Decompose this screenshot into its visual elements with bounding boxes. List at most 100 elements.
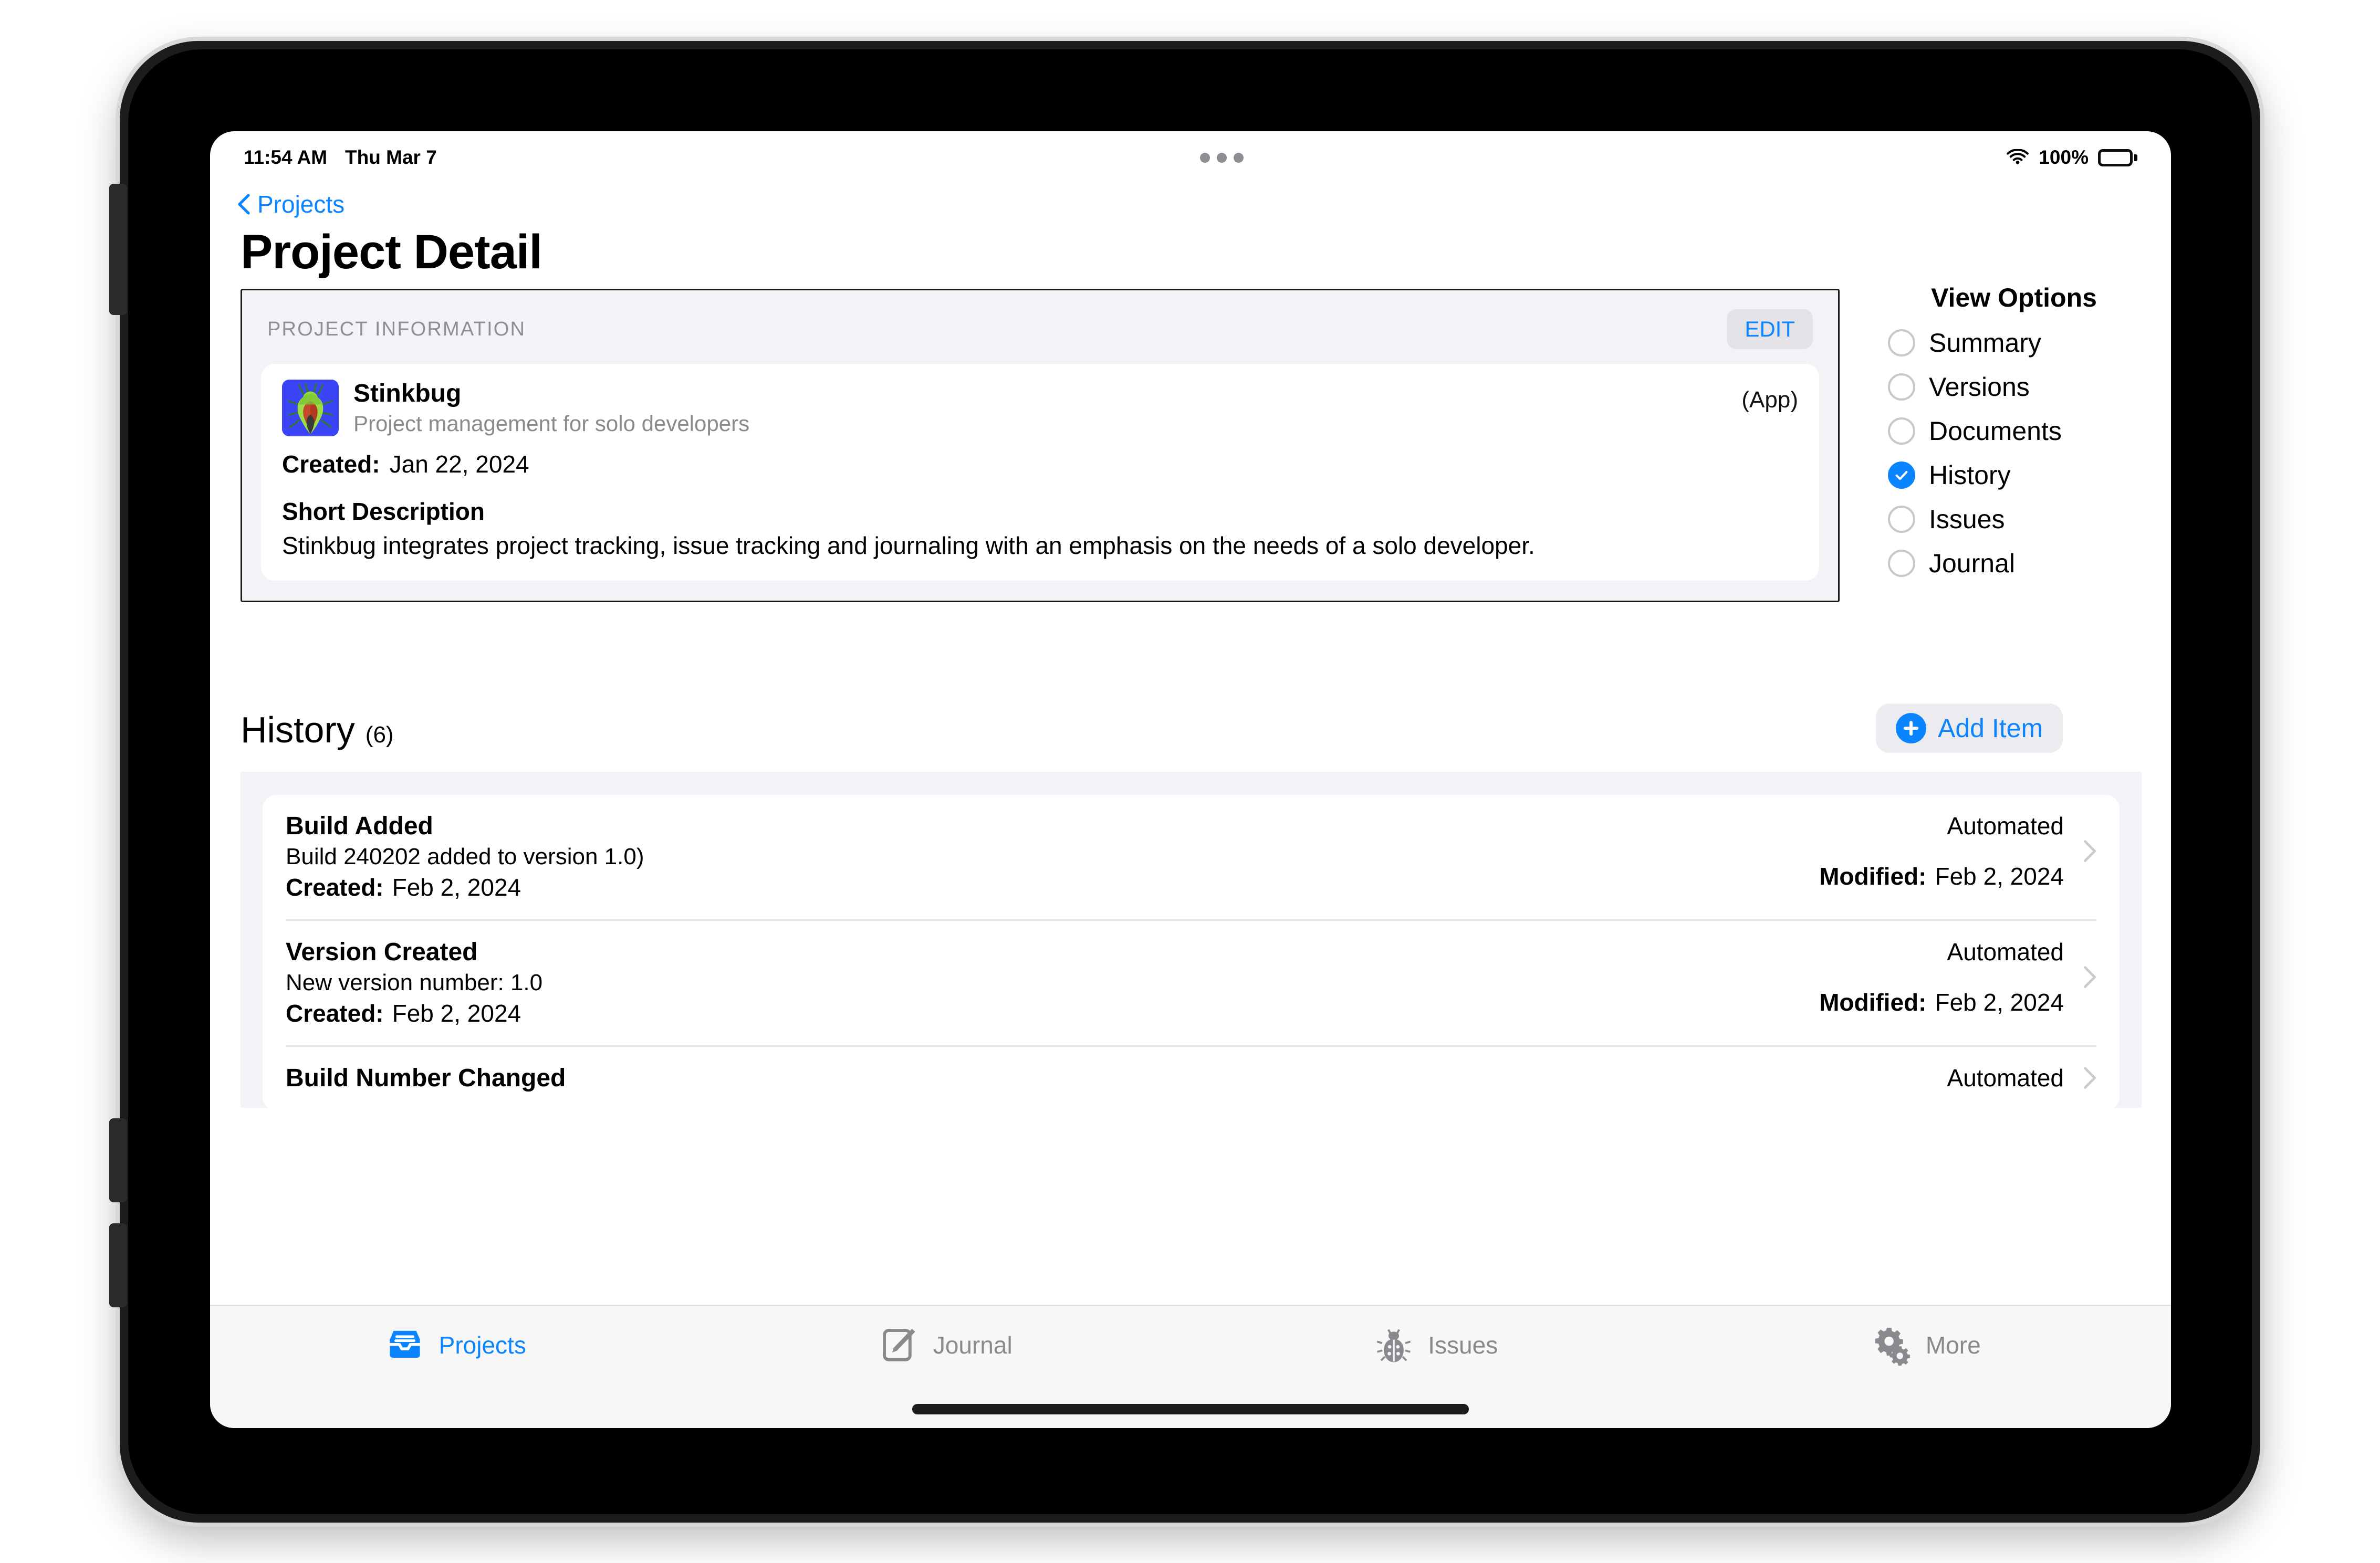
history-row-title: Build Number Changed (286, 1064, 566, 1092)
view-option-label: Documents (1929, 416, 2062, 446)
project-information-header: PROJECT INFORMATION EDIT (242, 290, 1838, 364)
power-button[interactable] (109, 184, 127, 315)
history-list[interactable]: Build Added Build 240202 added to versio… (241, 772, 2142, 1108)
pencil-square-icon (882, 1328, 915, 1361)
battery-percent-label: 100% (2039, 146, 2089, 168)
project-kind-label: (App) (1741, 387, 1798, 413)
tray-icon (390, 1330, 420, 1358)
history-row-left: Build Added Build 240202 added to versio… (286, 812, 1798, 901)
add-item-button[interactable]: Add Item (1876, 704, 2063, 753)
volume-down-button[interactable] (109, 1223, 127, 1307)
modified-label: Modified: (1819, 863, 1927, 890)
history-row-source: Automated (1947, 1064, 2064, 1092)
radio-icon (1888, 550, 1915, 577)
history-row-modified: Modified: Feb 2, 2024 (1819, 988, 2064, 1016)
created-value: Feb 2, 2024 (392, 874, 521, 901)
history-row-title: Build Added (286, 812, 433, 840)
battery-icon (2098, 149, 2137, 166)
radio-checked-icon (1888, 461, 1915, 489)
history-row-modified: Modified: Feb 2, 2024 (1819, 862, 2064, 890)
view-options-title: View Options (1931, 283, 2097, 312)
view-option-journal[interactable]: Journal (1888, 548, 2140, 579)
status-time: 11:54 AM (244, 146, 328, 168)
view-option-documents[interactable]: Documents (1888, 416, 2140, 446)
status-date: Thu Mar 7 (345, 146, 437, 168)
tab-journal[interactable]: Journal (701, 1325, 1191, 1366)
chevron-right-icon[interactable] (2083, 966, 2096, 989)
history-row-source: Automated (1947, 938, 2064, 966)
project-name-block: Stinkbug Project management for solo dev… (353, 380, 749, 436)
project-information-panel: PROJECT INFORMATION EDIT Stinkbug Projec… (241, 289, 1840, 603)
status-bar: 11:54 AM Thu Mar 7 100% (210, 131, 2171, 184)
table-row[interactable]: Version Created New version number: 1.0 … (286, 921, 2096, 1047)
tab-more[interactable]: More (1681, 1325, 2172, 1366)
view-option-label: Journal (1929, 549, 2015, 578)
history-row-source: Automated (1947, 812, 2064, 840)
project-name: Stinkbug (353, 380, 462, 407)
view-option-label: Issues (1929, 505, 2005, 534)
history-row-subtitle: Build 240202 added to version 1.0) (286, 844, 644, 869)
ladybug-icon (1377, 1329, 1411, 1362)
section-label: PROJECT INFORMATION (267, 318, 526, 340)
history-row-left: Version Created New version number: 1.0 … (286, 938, 1798, 1027)
history-section-header: History (6) (241, 709, 394, 751)
history-row-meta: Automated Modified: Feb 2, 2024 (1819, 812, 2064, 890)
history-row-right: Automated (1926, 1064, 2096, 1092)
radio-icon (1888, 329, 1915, 356)
project-information-card: Stinkbug Project management for solo dev… (261, 364, 1819, 581)
status-bar-right: 100% (2006, 146, 2137, 169)
modified-value: Feb 2, 2024 (1935, 989, 2064, 1016)
table-row[interactable]: Build Number Changed Automated (286, 1047, 2096, 1108)
edit-button[interactable]: EDIT (1727, 309, 1813, 349)
radio-icon (1888, 506, 1915, 533)
project-identity: Stinkbug Project management for solo dev… (282, 380, 749, 436)
created-label: Created: (282, 450, 380, 478)
view-option-history[interactable]: History (1888, 460, 2140, 490)
stinkbug-app-icon (282, 380, 339, 436)
history-row-meta: Automated (1947, 1064, 2064, 1092)
view-options-panel: View Options Summary Versions Documents (1888, 282, 2140, 592)
short-description-label: Short Description (282, 498, 485, 525)
short-description-text: Stinkbug integrates project tracking, is… (282, 532, 1535, 559)
history-row-right: Automated Modified: Feb 2, 2024 (1798, 812, 2096, 890)
back-to-projects-link[interactable]: Projects (237, 190, 345, 218)
project-tagline: Project management for solo developers (353, 411, 750, 436)
tab-projects[interactable]: Projects (210, 1325, 701, 1366)
history-row-meta: Automated Modified: Feb 2, 2024 (1819, 938, 2064, 1016)
project-identity-row: Stinkbug Project management for solo dev… (282, 380, 1798, 436)
chevron-right-icon[interactable] (2083, 1066, 2096, 1089)
page-title: Project Detail (241, 225, 542, 279)
status-bar-left: 11:54 AM Thu Mar 7 (244, 146, 437, 169)
modified-label: Modified: (1819, 989, 1927, 1016)
history-list-card: Build Added Build 240202 added to versio… (263, 795, 2120, 1108)
history-count: (6) (365, 722, 394, 748)
home-indicator[interactable] (912, 1404, 1469, 1414)
volume-up-button[interactable] (109, 1118, 127, 1202)
history-row-left: Build Number Changed (286, 1064, 1926, 1093)
dot (1216, 152, 1227, 163)
view-option-issues[interactable]: Issues (1888, 504, 2140, 534)
history-row-subtitle: New version number: 1.0 (286, 970, 543, 995)
chevron-right-icon[interactable] (2083, 840, 2096, 863)
modified-value: Feb 2, 2024 (1935, 863, 2064, 890)
multitasking-dots-icon[interactable] (437, 152, 2007, 163)
radio-icon (1888, 373, 1915, 401)
table-row[interactable]: Build Added Build 240202 added to versio… (286, 795, 2096, 921)
created-label: Created: (286, 874, 384, 901)
view-option-versions[interactable]: Versions (1888, 372, 2140, 402)
tablet-screen: 11:54 AM Thu Mar 7 100% Projects Project… (210, 131, 2171, 1428)
dot (1233, 152, 1244, 163)
history-title: History (241, 709, 355, 750)
back-label: Projects (257, 191, 345, 218)
created-label: Created: (286, 1000, 384, 1027)
history-row-right: Automated Modified: Feb 2, 2024 (1798, 938, 2096, 1016)
radio-icon (1888, 417, 1915, 445)
dot (1199, 152, 1210, 163)
tab-label: Projects (439, 1331, 526, 1359)
gears-icon (1875, 1327, 1910, 1366)
add-item-label: Add Item (1938, 714, 2043, 743)
tab-issues[interactable]: Issues (1191, 1325, 1681, 1366)
view-option-summary[interactable]: Summary (1888, 328, 2140, 358)
history-row-title: Version Created (286, 938, 478, 966)
plus-circle-icon (1896, 713, 1926, 743)
